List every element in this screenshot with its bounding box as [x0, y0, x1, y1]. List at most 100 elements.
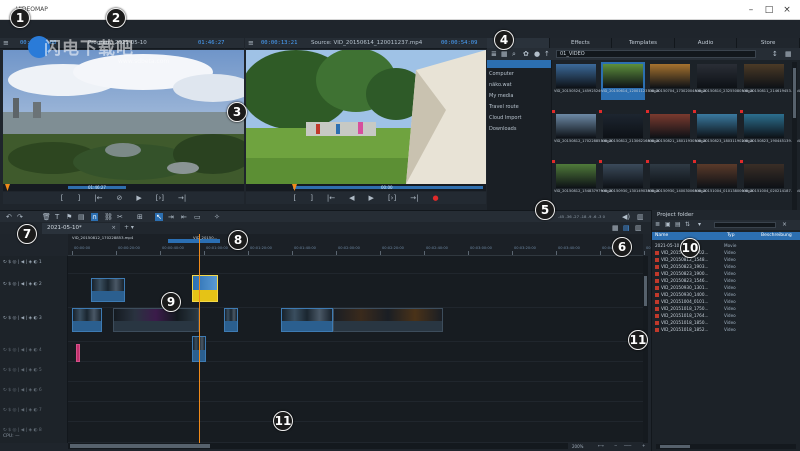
source-play-range-button[interactable]: [›] — [388, 194, 396, 202]
source-scrub-bar[interactable]: 00:00 — [246, 184, 486, 191]
slideshow-icon[interactable]: ▤ — [78, 213, 85, 221]
location-nako[interactable]: näko.wat — [487, 79, 551, 90]
column-description[interactable]: Beschreibung — [758, 232, 792, 240]
close-button[interactable]: × — [780, 4, 794, 16]
split-icon[interactable]: ✂ — [117, 213, 123, 221]
track-header[interactable]: ↻ $ ◎ | ◀ | ◈ ◐ 4 — [0, 348, 68, 353]
timeline-clip[interactable] — [72, 308, 102, 332]
redo-icon[interactable]: ↷ — [17, 213, 23, 221]
project-row[interactable]: VID_20150823_1546... Video — [652, 277, 800, 284]
zoom-out-icon[interactable]: − — [614, 443, 617, 448]
magnet-icon[interactable]: ∩ — [91, 212, 99, 221]
media-thumbnail[interactable]: VID_20150812_170228853.mp4 — [552, 110, 612, 150]
go-to-end-button[interactable]: →| — [178, 194, 186, 202]
volume-icon[interactable]: ◀) — [622, 213, 630, 221]
up-folder-icon[interactable]: ↑ — [544, 50, 550, 58]
source-menu-icon[interactable]: ≡ — [248, 39, 254, 47]
track-header[interactable]: ↻ $ ◎ | ◀ | ◈ ◐ 3 — [0, 316, 68, 321]
title-icon[interactable]: T — [55, 213, 59, 221]
project-row[interactable]: 2021-05-10 Movie — [652, 242, 800, 249]
source-go-to-start-button[interactable]: |← — [327, 194, 335, 202]
tab-effects[interactable]: Effects — [550, 38, 613, 48]
film-icon[interactable]: ▣ — [665, 221, 671, 228]
undo-icon[interactable]: ↶ — [6, 213, 12, 221]
fit-icon[interactable]: ⊞ — [137, 213, 143, 221]
track-controls-icon[interactable]: ↻ $ ◎ | ◀ | ◈ ◐ — [3, 316, 39, 321]
media-thumbnail[interactable]: VID_20151004_010138000.mp4 — [693, 160, 753, 200]
location-travel-route[interactable]: Travel route — [487, 101, 551, 112]
source-mark-out-button[interactable]: ] — [310, 194, 313, 202]
delete-icon[interactable]: 🗑 — [42, 213, 51, 221]
ripple-icon[interactable]: ⇥ — [168, 213, 174, 221]
record-button[interactable]: ● — [432, 194, 438, 202]
media-thumbnail[interactable]: VID_20150614_120011237.mp4 — [601, 62, 659, 100]
timeline-clip[interactable] — [333, 308, 443, 332]
mark-out-button[interactable]: ] — [78, 194, 81, 202]
timeline-clip[interactable] — [113, 308, 199, 332]
location-cloud-import[interactable]: Cloud Import — [487, 112, 551, 123]
track-header[interactable]: ↻ $ ◎ | ◀ | ◈ ◐ 6 — [0, 388, 68, 393]
source-mark-in-button[interactable]: [ — [293, 194, 296, 202]
media-thumbnail[interactable]: VID_20150704_173020044.mp4 — [648, 62, 706, 100]
sort-az-icon[interactable]: ⇅ — [685, 221, 690, 228]
go-to-start-button[interactable]: |← — [94, 194, 102, 202]
zoom-slider[interactable]: ─── — [624, 443, 631, 448]
zoom-value[interactable]: 200% — [572, 444, 583, 449]
track-header[interactable]: ↻ $ ◎ | ◀ | ◈ ◐ 1 — [0, 260, 68, 265]
timeline-horizontal-scrollbar[interactable] — [68, 443, 568, 449]
media-thumbnail[interactable]: VID_20150930_140030068.mp4 — [646, 160, 706, 200]
timeline-vertical-scrollbar[interactable] — [643, 256, 648, 443]
effects-icon[interactable]: ✧ — [214, 213, 220, 221]
project-row[interactable]: VID_20150812_1548... Video — [652, 256, 800, 263]
timeline-ruler[interactable]: VID_20150812_170228853.mp4 VID_20150... … — [68, 234, 668, 256]
media-thumbnail[interactable]: VID_20151004_020214187.mp4 — [740, 160, 800, 200]
browser-scrollbar[interactable] — [792, 62, 797, 222]
source-monitor-video[interactable] — [246, 50, 486, 184]
storyboard-view-icon[interactable]: ▥ — [635, 224, 642, 232]
media-thumbnail[interactable]: VID_20150811_214619453.mp4 — [742, 62, 800, 100]
track-controls-icon[interactable]: ↻ $ ◎ | ◀ | ◈ ◐ — [3, 260, 39, 265]
location-my-media[interactable]: My media — [487, 90, 551, 101]
timeline-clip[interactable] — [91, 278, 125, 302]
zoom-in-icon[interactable]: + — [642, 443, 645, 448]
maximize-button[interactable]: □ — [762, 4, 776, 16]
marker-icon[interactable]: ⚑ — [66, 213, 72, 221]
track-header[interactable]: ↻ $ ◎ | ◀ | ◈ ◐ 2 — [0, 282, 68, 287]
timeline-clip[interactable] — [281, 308, 333, 332]
tab-audio[interactable]: Audio — [675, 38, 738, 48]
project-row[interactable]: VID_20151018_1764... Video — [652, 312, 800, 319]
source-step-back-button[interactable]: ◀ — [349, 194, 354, 202]
filter-icon[interactable]: ▾ — [698, 221, 701, 228]
project-row[interactable]: VID_20151018_1750... Video — [652, 305, 800, 312]
thumbnail-size-icon[interactable]: ▦ — [785, 50, 792, 58]
project-row[interactable]: VID_20150823_1900... Video — [652, 270, 800, 277]
media-thumbnail[interactable]: VID_20150812_154837979.mp4 — [552, 160, 612, 200]
timeline-clip[interactable] — [76, 344, 80, 362]
pointer-icon[interactable]: ↖ — [155, 212, 163, 221]
project-row[interactable]: VID_20150930_1400... Video — [652, 291, 800, 298]
tab-store[interactable]: Store — [737, 38, 800, 48]
grid-view-icon[interactable]: ▦ — [501, 50, 508, 58]
sort-icon[interactable]: ↕ — [772, 50, 778, 58]
project-row[interactable]: VID_20151018_1850... Video — [652, 319, 800, 326]
track-controls-icon[interactable]: ↻ $ ◎ | ◀ | ◈ ◐ — [3, 282, 39, 287]
media-thumbnail[interactable]: VID_20150823_180311902.mp4 — [693, 110, 753, 150]
clear-search-icon[interactable]: × — [782, 221, 787, 228]
minimize-button[interactable]: – — [744, 4, 758, 16]
range-icon[interactable]: ⇤ — [181, 213, 187, 221]
folder-icon[interactable]: ▤ — [675, 221, 681, 228]
track-controls-icon[interactable]: ↻ $ ◎ | ◀ | ◈ ◐ — [3, 348, 39, 353]
track-controls-icon[interactable]: ↻ $ ◎ | ◀ | ◈ ◐ — [3, 388, 39, 393]
project-row[interactable]: VID_20150823_1903... Video — [652, 263, 800, 270]
project-row[interactable]: VID_20150930_1301... Video — [652, 284, 800, 291]
search-icon[interactable]: ⌕ — [512, 50, 516, 59]
project-search-input[interactable] — [714, 222, 776, 228]
play-button[interactable]: ▶ — [136, 194, 141, 202]
media-thumbnail[interactable]: VID_20150823_190445139.mp4 — [740, 110, 800, 150]
media-thumbnail[interactable]: VID_20150821_180119305.mp4 — [646, 110, 706, 150]
stop-button[interactable]: ⊘ — [116, 194, 122, 202]
project-horizontal-scrollbar[interactable] — [656, 444, 796, 449]
program-menu-icon[interactable]: ≡ — [3, 39, 9, 47]
play-range-button[interactable]: [›] — [156, 194, 164, 202]
source-play-button[interactable]: ▶ — [369, 194, 374, 202]
